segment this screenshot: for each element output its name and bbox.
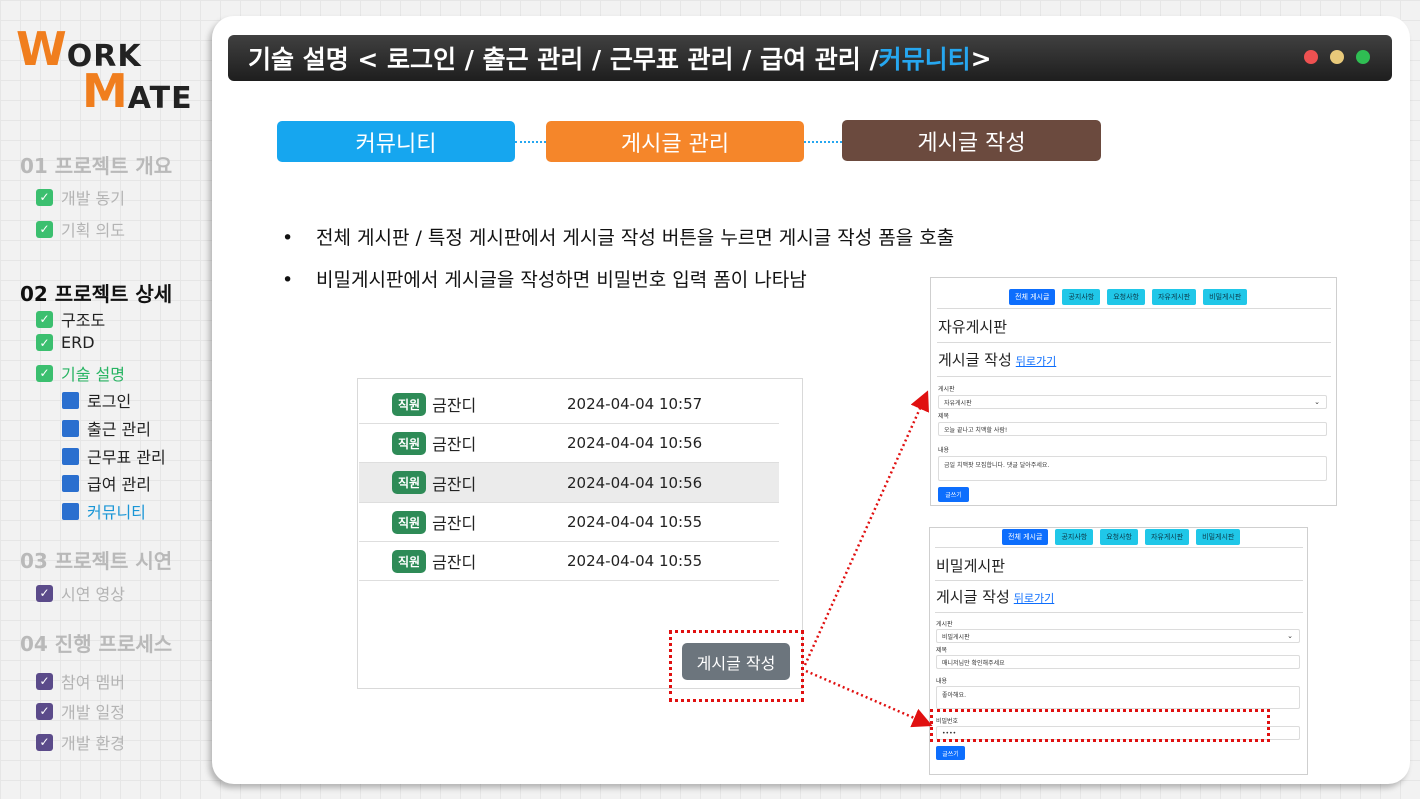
arrow-to-password [805,669,933,728]
arrows-overlay [803,390,933,728]
arrow-to-free-form [803,390,929,666]
